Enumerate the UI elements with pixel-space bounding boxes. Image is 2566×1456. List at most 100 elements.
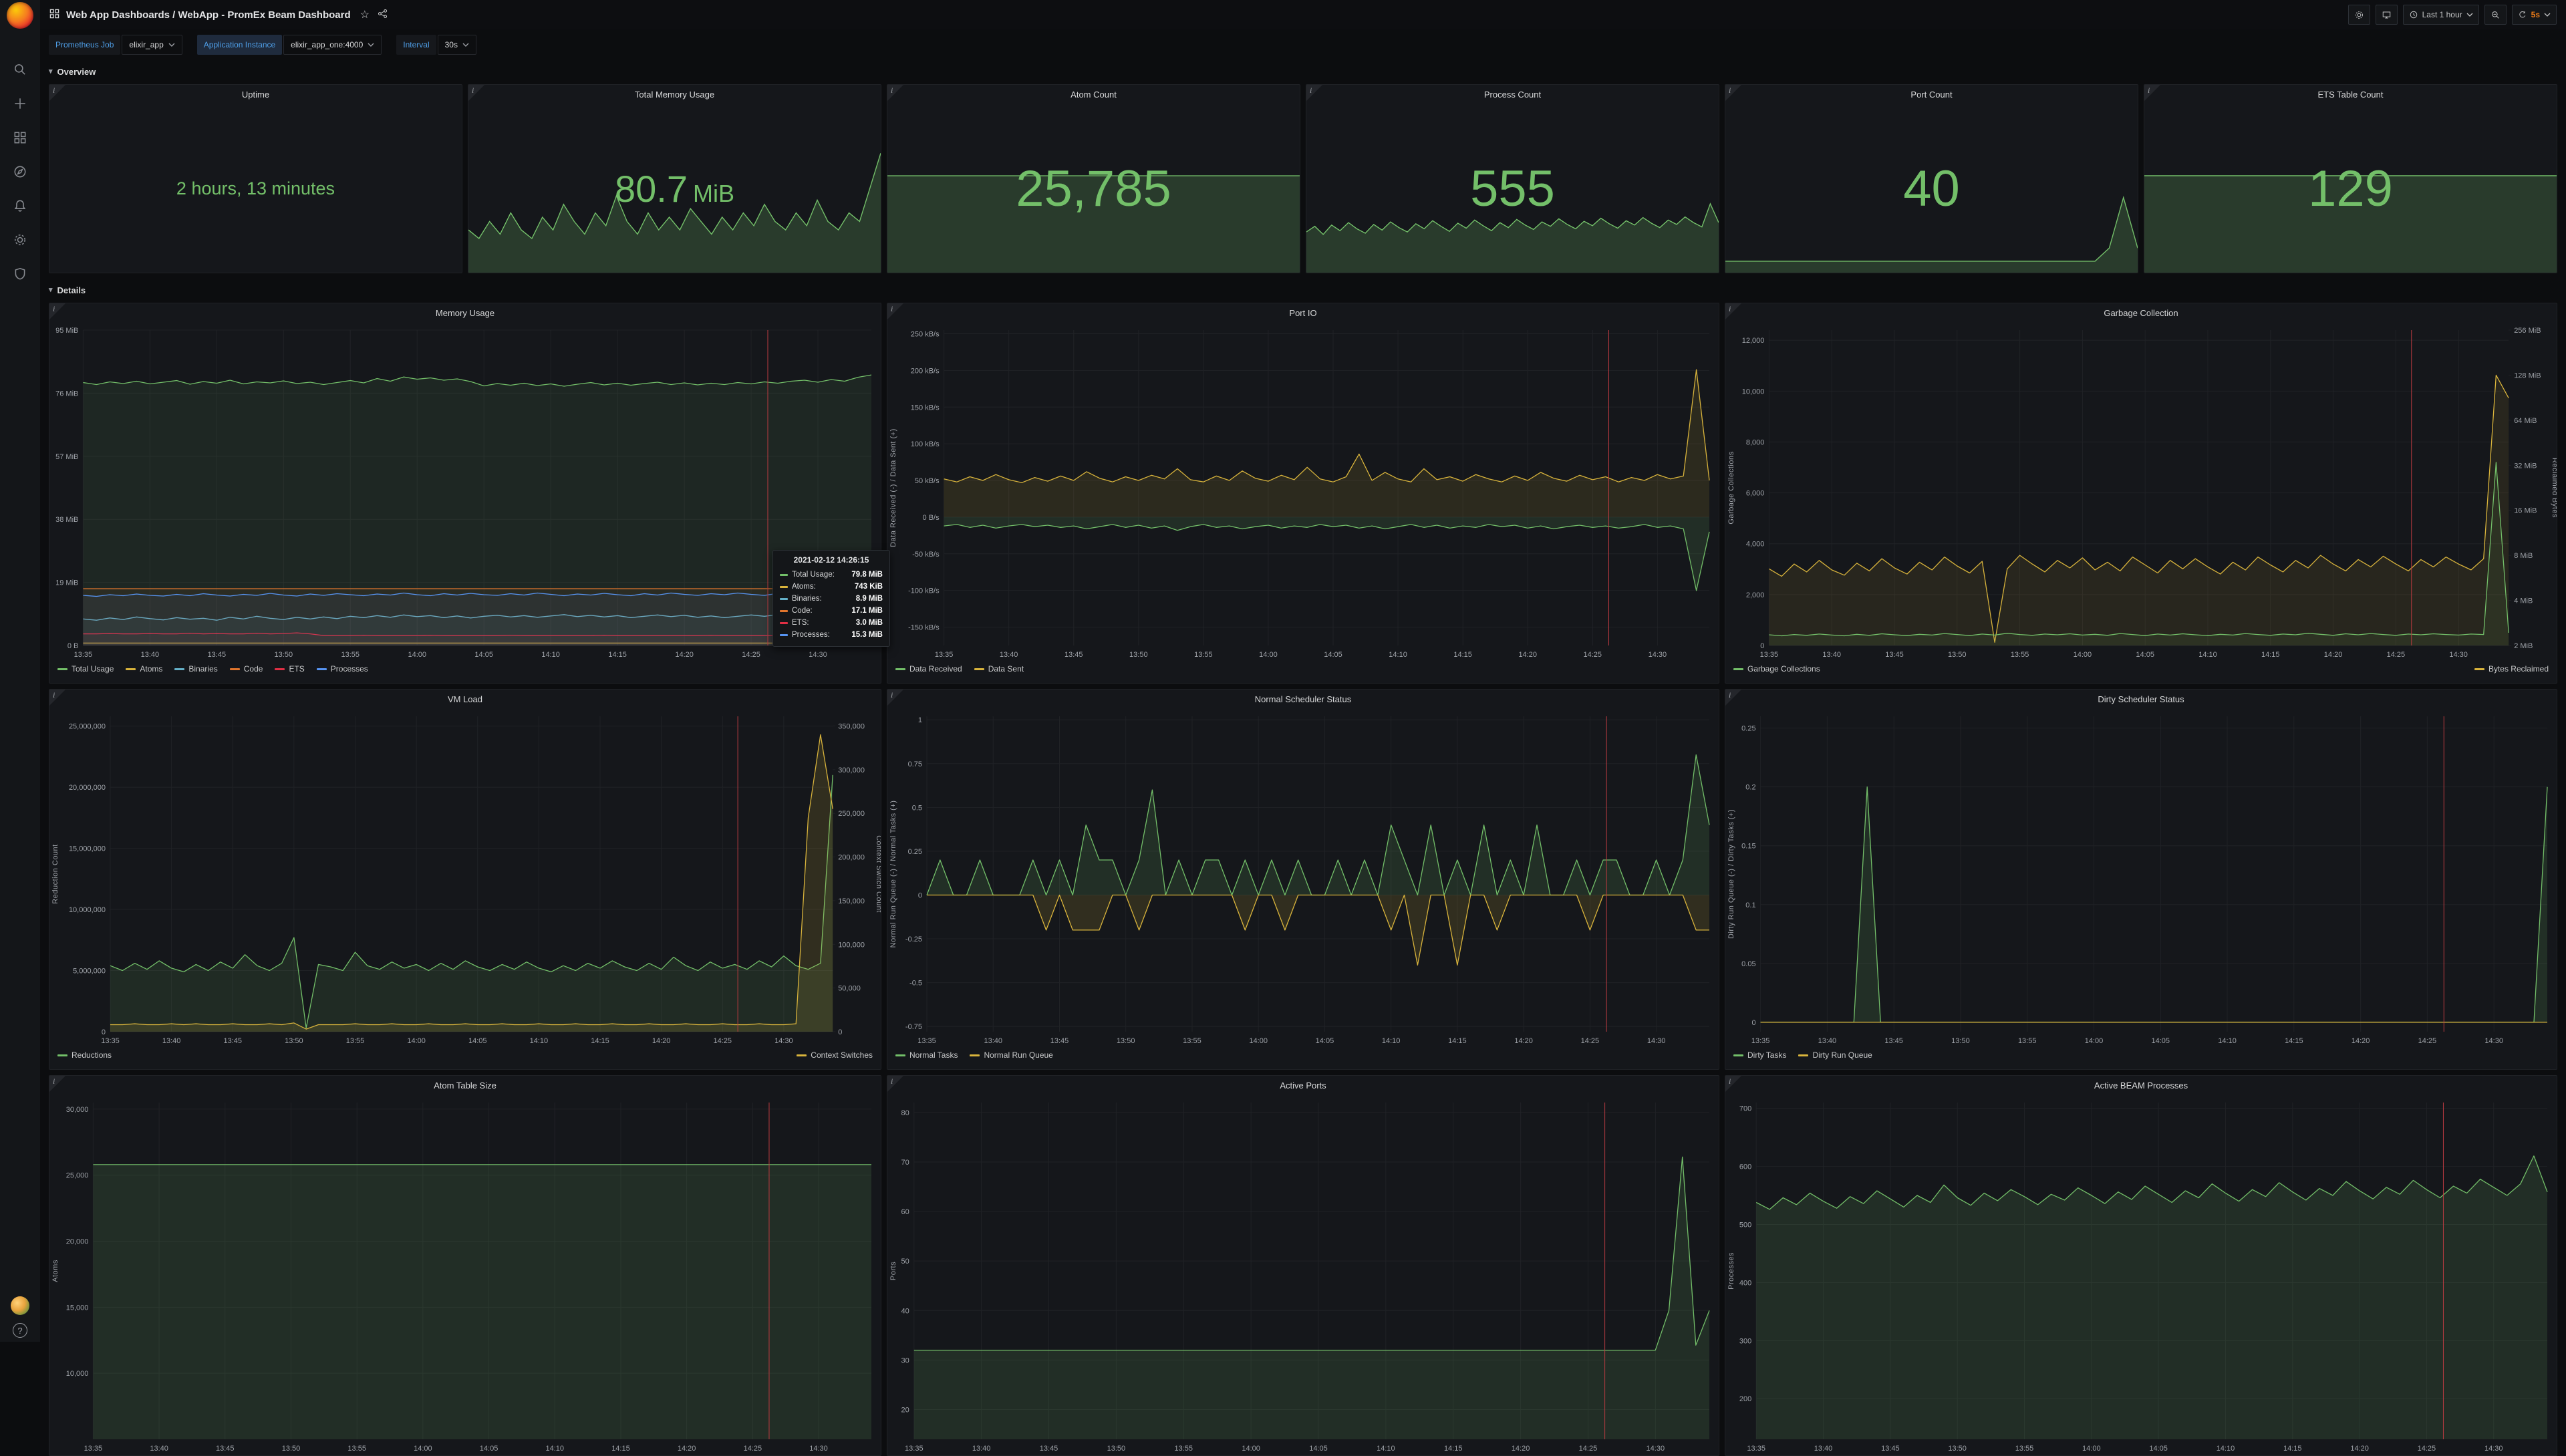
row-overview[interactable]: ▾ Overview (49, 63, 2557, 80)
chart-svg[interactable]: 25,000,00020,000,00015,000,00010,000,000… (49, 710, 881, 1048)
legend-item[interactable]: Context Switches (797, 1050, 873, 1060)
time-range-picker[interactable]: Last 1 hour (2403, 5, 2479, 25)
legend-item[interactable]: Code (230, 664, 263, 674)
star-icon[interactable]: ☆ (360, 8, 370, 21)
help-icon[interactable]: ? (13, 1323, 27, 1338)
dashboards-icon[interactable] (13, 130, 27, 145)
chart-svg[interactable]: 95 MiB76 MiB57 MiB38 MiB19 MiB0 B13:3513… (49, 323, 881, 662)
panel-title[interactable]: Total Memory Usage (468, 85, 881, 105)
svg-text:13:45: 13:45 (1050, 1037, 1069, 1045)
var-select-application-instance[interactable]: elixir_app_one:4000 (283, 35, 382, 55)
legend-item[interactable]: Garbage Collections (1733, 664, 1820, 674)
chart-plot-area[interactable]: 70060050040030020013:3513:4013:4513:5013… (1725, 1096, 2557, 1455)
chart-plot-area[interactable]: 0.250.20.150.10.05013:3513:4013:4513:501… (1725, 710, 2557, 1048)
server-admin-shield-icon[interactable] (13, 267, 27, 281)
info-icon[interactable]: i (1310, 86, 1312, 96)
panel-title[interactable]: Process Count (1306, 85, 1719, 105)
chart-plot-area[interactable]: 30,00025,00020,00015,00010,00013:3513:40… (49, 1096, 881, 1455)
legend-item[interactable]: Processes (317, 664, 368, 674)
info-icon[interactable]: i (891, 86, 893, 96)
info-icon[interactable]: i (2148, 86, 2150, 96)
info-icon[interactable]: i (53, 304, 55, 314)
panel-title[interactable]: Uptime (49, 85, 462, 105)
user-avatar[interactable] (11, 1296, 29, 1315)
chart-svg[interactable]: 70060050040030020013:3513:4013:4513:5013… (1725, 1096, 2557, 1455)
panel-title[interactable]: Port Count (1725, 85, 2138, 105)
cycle-view-mode-button[interactable] (2376, 5, 2398, 25)
chart-plot-area[interactable]: 250 kB/s200 kB/s150 kB/s100 kB/s50 kB/s0… (887, 323, 1719, 662)
share-icon[interactable] (378, 9, 388, 21)
explore-compass-icon[interactable] (13, 164, 27, 179)
panel-title[interactable]: VM Load (49, 690, 881, 710)
chart-svg[interactable]: 12,00010,0008,0006,0004,0002,0000256 MiB… (1725, 323, 2557, 662)
panel-title[interactable]: Atom Count (887, 85, 1300, 105)
info-icon[interactable]: i (891, 1076, 893, 1086)
panel-title[interactable]: Active BEAM Processes (1725, 1076, 2557, 1096)
info-icon[interactable]: i (53, 1076, 55, 1086)
alerting-bell-icon[interactable] (13, 198, 27, 213)
panel-title[interactable]: Atom Table Size (49, 1076, 881, 1096)
legend-item[interactable]: Normal Tasks (895, 1050, 958, 1060)
legend-item[interactable]: Data Sent (974, 664, 1024, 674)
panel-info-corner (1725, 303, 1741, 319)
info-icon[interactable]: i (53, 86, 55, 96)
legend-item[interactable]: Data Received (895, 664, 962, 674)
legend-series-label: Reductions (72, 1050, 112, 1060)
info-icon[interactable]: i (1729, 690, 1731, 700)
svg-text:14:05: 14:05 (2136, 651, 2154, 659)
legend-item[interactable]: Dirty Tasks (1733, 1050, 1786, 1060)
tooltip-series-label: ETS: (792, 619, 809, 627)
dashboard-settings-button[interactable] (2348, 5, 2370, 25)
panel-title[interactable]: Memory Usage (49, 303, 881, 323)
panel-title[interactable]: Dirty Scheduler Status (1725, 690, 2557, 710)
svg-text:2 MiB: 2 MiB (2514, 642, 2533, 650)
panel-title[interactable]: Active Ports (887, 1076, 1719, 1096)
panel-title[interactable]: Normal Scheduler Status (887, 690, 1719, 710)
legend-item[interactable]: ETS (275, 664, 304, 674)
chart-plot-area[interactable]: 25,000,00020,000,00015,000,00010,000,000… (49, 710, 881, 1048)
info-icon[interactable]: i (1729, 86, 1731, 96)
panel-title[interactable]: Port IO (887, 303, 1719, 323)
var-select-prometheus-job[interactable]: elixir_app (122, 35, 182, 55)
chart-plot-area[interactable]: 12,00010,0008,0006,0004,0002,0000256 MiB… (1725, 323, 2557, 662)
chart-svg[interactable]: 250 kB/s200 kB/s150 kB/s100 kB/s50 kB/s0… (887, 323, 1719, 662)
tooltip-series-value: 743 KiB (855, 583, 883, 591)
chart-plot-area[interactable]: 95 MiB76 MiB57 MiB38 MiB19 MiB0 B13:3513… (49, 323, 881, 662)
info-icon[interactable]: i (1729, 1076, 1731, 1086)
info-icon[interactable]: i (472, 86, 474, 96)
chart-plot-area[interactable]: 10.750.50.250-0.25-0.5-0.7513:3513:4013:… (887, 710, 1719, 1048)
info-icon[interactable]: i (1729, 304, 1731, 314)
svg-text:30: 30 (901, 1356, 909, 1364)
dashboard-title[interactable]: Web App Dashboards / WebApp - PromEx Bea… (66, 9, 351, 21)
create-plus-icon[interactable] (13, 96, 27, 111)
panel-title[interactable]: Garbage Collection (1725, 303, 2557, 323)
search-icon[interactable] (13, 62, 27, 77)
chart-svg[interactable]: 0.250.20.150.10.05013:3513:4013:4513:501… (1725, 710, 2557, 1048)
legend-item[interactable]: Binaries (174, 664, 217, 674)
info-icon[interactable]: i (891, 690, 893, 700)
panel-title[interactable]: ETS Table Count (2144, 85, 2557, 105)
info-icon[interactable]: i (53, 690, 55, 700)
svg-text:14:20: 14:20 (1514, 1037, 1533, 1045)
legend-item[interactable]: Dirty Run Queue (1798, 1050, 1872, 1060)
legend-series-dash (174, 668, 184, 670)
legend-item[interactable]: Normal Run Queue (970, 1050, 1052, 1060)
legend-item[interactable]: Atoms (126, 664, 162, 674)
chart-svg[interactable]: 8070605040302013:3513:4013:4513:5013:551… (887, 1096, 1719, 1455)
chart-plot-area[interactable]: 8070605040302013:3513:4013:4513:5013:551… (887, 1096, 1719, 1455)
chart-svg[interactable]: 10.750.50.250-0.25-0.5-0.7513:3513:4013:… (887, 710, 1719, 1048)
refresh-button[interactable]: 5s (2512, 5, 2557, 25)
chart-svg[interactable]: 30,00025,00020,00015,00010,00013:3513:40… (49, 1096, 881, 1455)
zoom-out-button[interactable] (2484, 5, 2507, 25)
var-select-interval[interactable]: 30s (438, 35, 476, 55)
grafana-logo-icon[interactable] (7, 2, 33, 29)
configuration-gear-icon[interactable] (13, 233, 27, 247)
svg-text:14:30: 14:30 (1649, 651, 1667, 659)
svg-text:14:05: 14:05 (1324, 651, 1342, 659)
row-details[interactable]: ▾ Details (49, 281, 2557, 299)
info-icon[interactable]: i (891, 304, 893, 314)
legend-item[interactable]: Bytes Reclaimed (2474, 664, 2549, 674)
legend-item[interactable]: Reductions (57, 1050, 112, 1060)
svg-text:14:05: 14:05 (474, 651, 493, 659)
legend-item[interactable]: Total Usage (57, 664, 114, 674)
